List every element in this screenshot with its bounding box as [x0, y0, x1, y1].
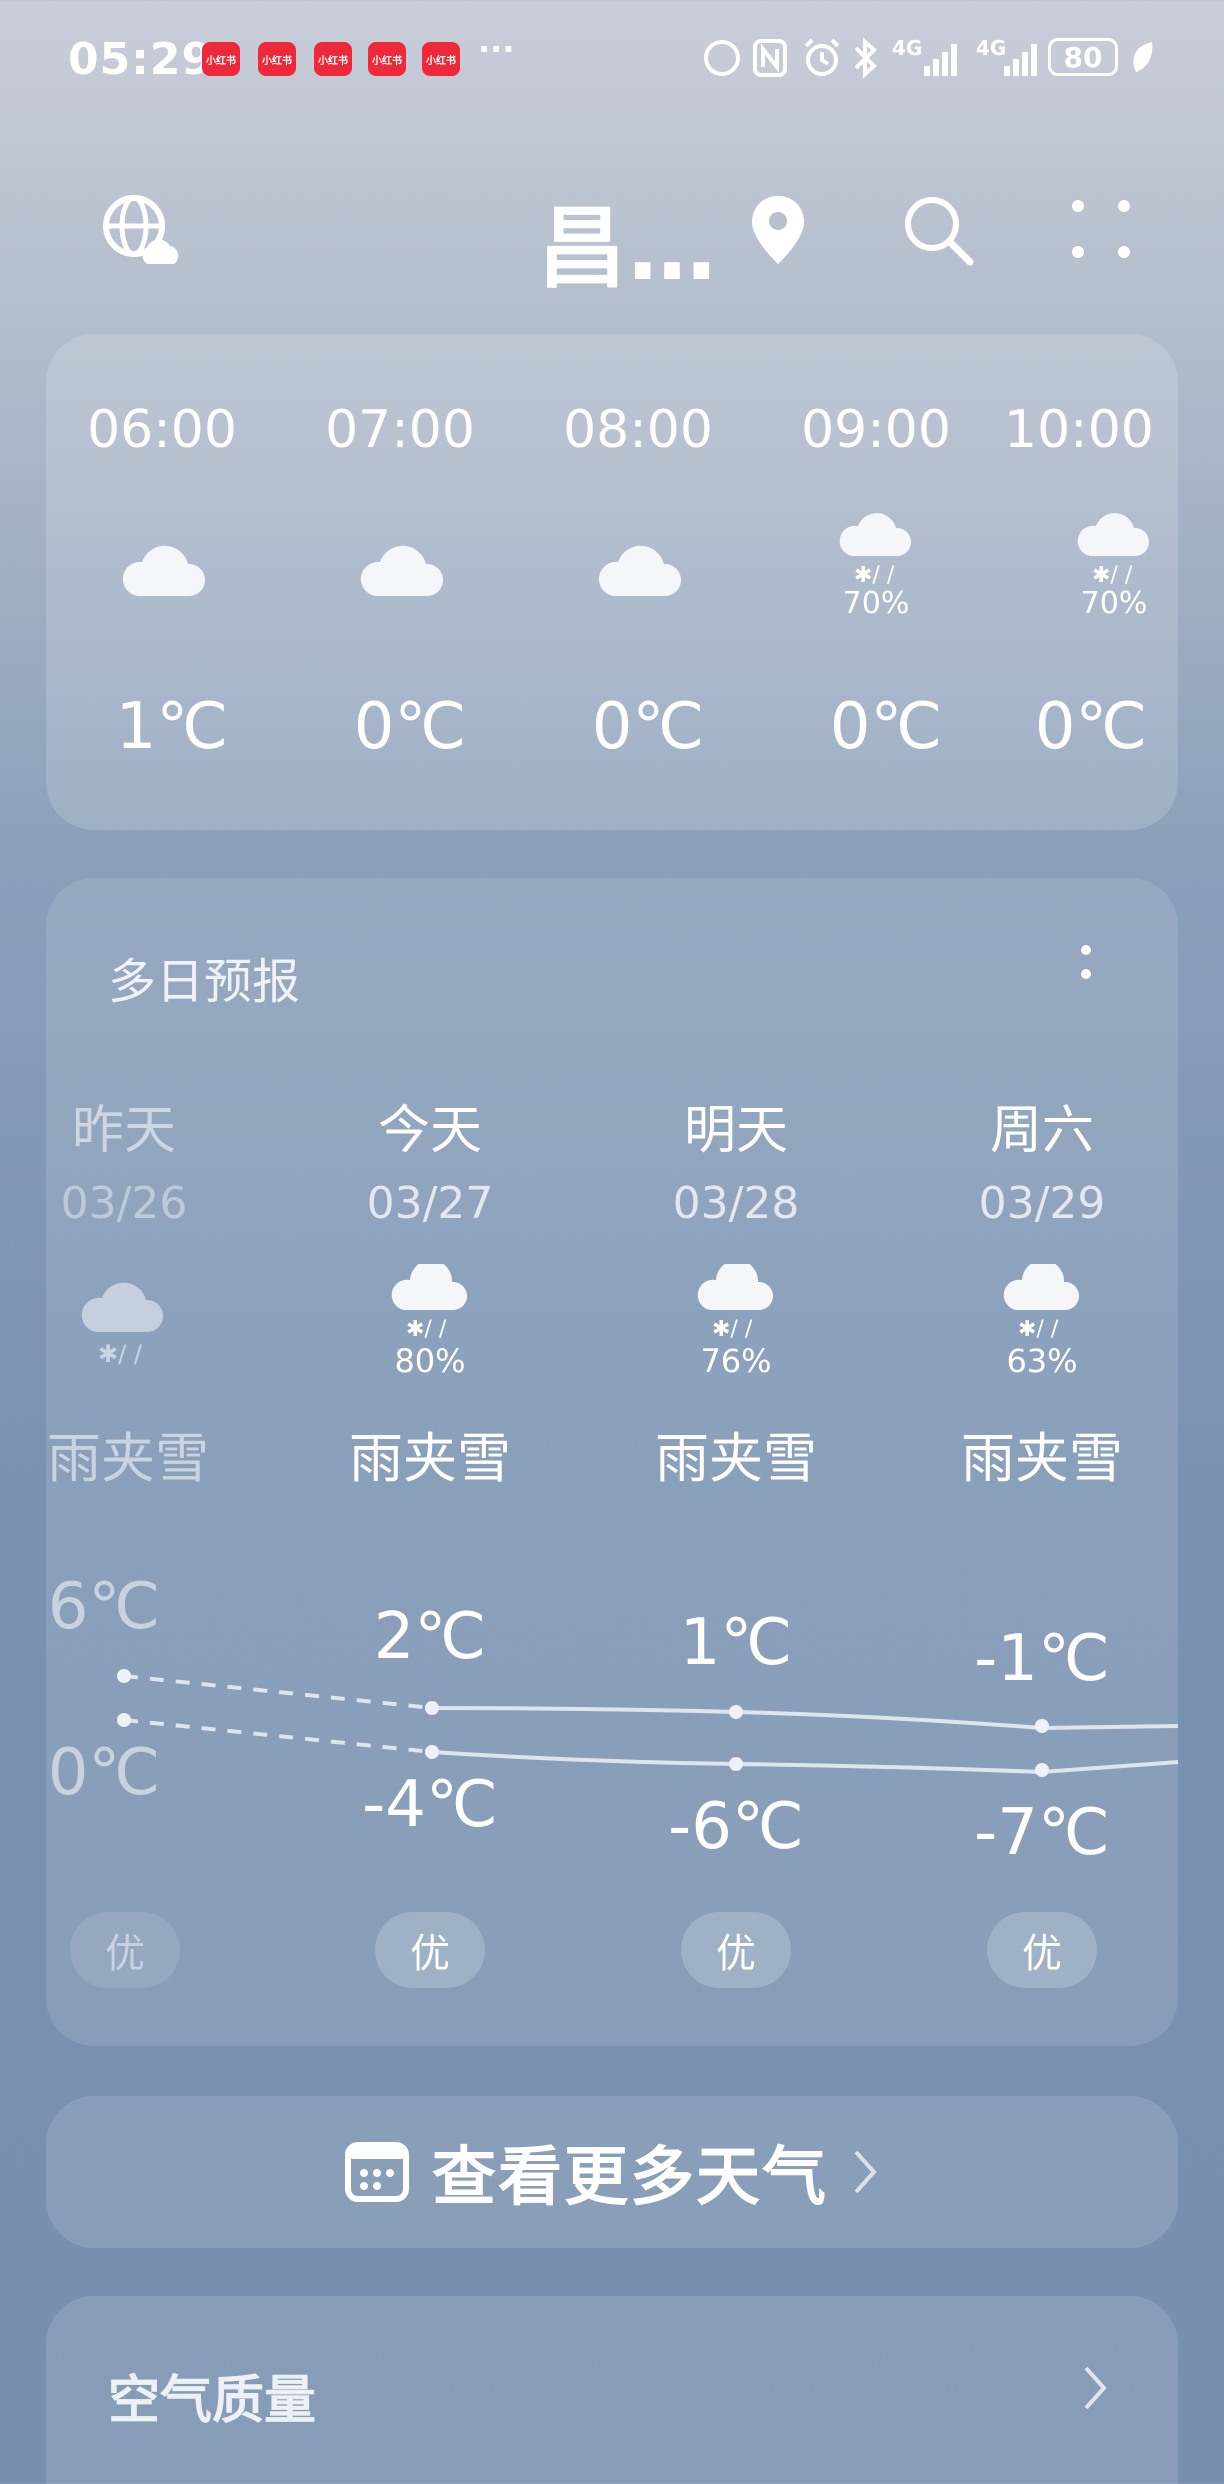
eco-leaf-icon [1133, 42, 1153, 72]
weather-condition: 雨夹雪 [961, 1427, 1123, 1490]
hour-time: 08:00 [563, 400, 713, 460]
sleet-icon: ✱/ / [81, 1282, 164, 1366]
high-temp-point [425, 1701, 439, 1715]
aqi-badge: 优 [987, 1912, 1097, 1988]
network-type-label: 4G [892, 36, 923, 60]
more-menu-icon[interactable] [1068, 196, 1134, 262]
low-temp: 0℃ [47, 1736, 161, 1810]
signal-strength-icon [1004, 44, 1037, 76]
hour-time: 10:00 [1004, 400, 1154, 460]
nfc-icon [753, 39, 787, 77]
sleet-icon: ✱/ / [391, 1264, 468, 1338]
weather-condition: 雨夹雪 [47, 1427, 209, 1490]
sleet-icon: ✱/ / [839, 513, 912, 586]
hour-temp: 0℃ [829, 690, 943, 764]
weather-condition: 雨夹雪 [655, 1427, 817, 1490]
day-label: 明天 [683, 1101, 788, 1161]
precip-probability: 70% [842, 586, 910, 621]
cloud-icon [360, 545, 444, 596]
hour-temp: 0℃ [353, 690, 467, 764]
location-pin-icon[interactable] [748, 192, 808, 268]
low-temp: -4℃ [362, 1768, 498, 1842]
city-name[interactable]: 昌… [538, 178, 718, 305]
low-temp: -7℃ [974, 1796, 1110, 1870]
more-notifications-icon: ··· [478, 30, 515, 68]
search-icon[interactable] [898, 190, 978, 270]
low-temp: -6℃ [668, 1790, 804, 1864]
day-date: 03/28 [672, 1178, 800, 1229]
svg-text:✱/ /: ✱/ / [854, 563, 895, 586]
xiaohongshu-notification-icon: 小红书 [202, 42, 240, 76]
day-date: 03/29 [978, 1178, 1106, 1229]
day-label: 昨天 [71, 1101, 176, 1161]
svg-text:✱/ /: ✱/ / [1018, 1317, 1059, 1338]
aqi-badge: 优 [70, 1912, 180, 1988]
world-weather-icon[interactable] [100, 192, 180, 272]
signal-strength-icon [924, 44, 957, 76]
sleet-icon: ✱/ / [1077, 513, 1150, 586]
calendar-icon [345, 2142, 409, 2202]
precip-probability: 80% [394, 1342, 466, 1380]
day-label: 今天 [377, 1101, 482, 1161]
hour-time: 07:00 [325, 400, 475, 460]
hour-time: 09:00 [801, 400, 951, 460]
high-temp-point [729, 1705, 743, 1719]
day-date: 03/27 [366, 1178, 494, 1229]
xiaohongshu-notification-icon: 小红书 [258, 42, 296, 76]
more-weather-label: 查看更多天气 [432, 2141, 828, 2215]
section-more-icon[interactable] [1074, 938, 1098, 998]
high-temp-point [117, 1669, 131, 1683]
hd-call-icon [704, 40, 740, 76]
cloud-icon [598, 545, 682, 596]
day-date: 03/26 [60, 1178, 188, 1229]
precip-probability: 70% [1080, 586, 1148, 621]
battery-level: 80 [1048, 38, 1118, 76]
hour-temp: 1℃ [115, 690, 229, 764]
section-title: 空气质量 [108, 2371, 317, 2431]
high-temp: -1℃ [974, 1622, 1110, 1696]
low-temp-point [117, 1713, 131, 1727]
low-temp-point [1035, 1763, 1049, 1777]
xiaohongshu-notification-icon: 小红书 [422, 42, 460, 76]
more-weather-button[interactable]: 查看更多天气 [46, 2096, 1178, 2248]
day-label: 周六 [989, 1101, 1094, 1161]
aqi-badge: 优 [375, 1912, 485, 1988]
high-temp-point [1035, 1719, 1049, 1733]
alarm-icon [804, 38, 840, 76]
aqi-badge: 优 [681, 1912, 791, 1988]
low-temp-point [425, 1745, 439, 1759]
svg-text:✱/ /: ✱/ / [406, 1317, 447, 1338]
chevron-right-icon [854, 2150, 877, 2194]
low-temp-point [729, 1757, 743, 1771]
high-temp-curve-yesterday [123, 1674, 433, 1710]
precip-probability: 76% [700, 1342, 772, 1380]
xiaohongshu-notification-icon: 小红书 [368, 42, 406, 76]
section-title: 多日预报 [108, 954, 301, 1010]
cloud-icon [122, 545, 206, 596]
xiaohongshu-notification-icon: 小红书 [314, 42, 352, 76]
high-temp: 2℃ [373, 1600, 487, 1674]
svg-text:✱/ /: ✱/ / [1092, 563, 1133, 586]
hour-time: 06:00 [87, 400, 237, 460]
weather-condition: 雨夹雪 [349, 1427, 511, 1490]
status-time: 05:29 [68, 34, 214, 85]
sleet-icon: ✱/ / [1003, 1264, 1080, 1338]
high-temp: 1℃ [679, 1606, 793, 1680]
hour-temp: 0℃ [1034, 690, 1148, 764]
precip-probability: 63% [1006, 1342, 1078, 1380]
high-temp: 6℃ [47, 1570, 161, 1644]
sleet-icon: ✱/ / [697, 1264, 774, 1338]
svg-text:✱/ /: ✱/ / [712, 1317, 753, 1338]
high-temp-curve [431, 1706, 1178, 1731]
chevron-right-icon[interactable] [1080, 2360, 1110, 2416]
hour-temp: 0℃ [591, 690, 705, 764]
bluetooth-icon [854, 37, 877, 79]
svg-text:✱/ /: ✱/ / [98, 1340, 143, 1366]
